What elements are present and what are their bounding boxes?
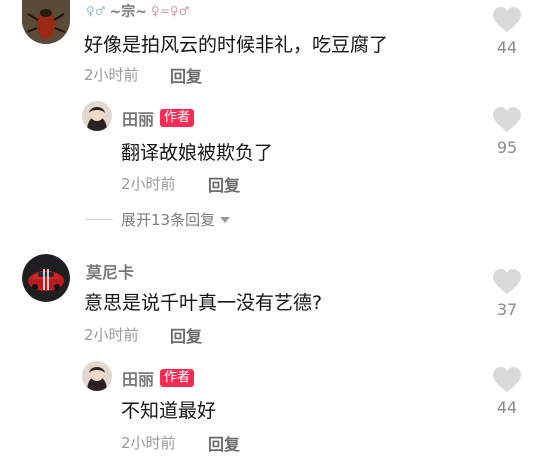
reply-button[interactable]: 回复 (208, 172, 240, 196)
reply-author[interactable]: 田丽 (122, 106, 154, 130)
beetle-icon (22, 0, 70, 44)
heart-icon (493, 367, 521, 392)
avatar[interactable] (82, 361, 112, 391)
decor-emoji-left-icon: ♀♂ (86, 4, 106, 18)
decor-emoji-right-icon: ♀=♀♂ (151, 4, 190, 18)
comment-author[interactable]: 莫尼卡 (86, 259, 134, 283)
comment-time: 2小时前 (84, 66, 139, 84)
reply-time: 2小时前 (121, 434, 176, 452)
reply-button[interactable]: 回复 (170, 63, 202, 87)
chevron-down-icon (220, 216, 231, 223)
reply-button[interactable]: 回复 (170, 323, 202, 347)
expand-replies-button[interactable]: 展开13条回复 (121, 209, 231, 230)
avatar[interactable] (22, 254, 70, 302)
comment-text[interactable]: 意思是说千叶真一没有艺德? (84, 288, 322, 315)
heart-icon (493, 7, 521, 32)
heart-icon (493, 269, 521, 294)
avatar[interactable] (22, 0, 70, 44)
like-count: 37 (496, 300, 518, 319)
like-button[interactable]: 37 (487, 268, 527, 319)
heart-icon (493, 107, 521, 132)
like-count: 44 (496, 398, 518, 417)
expand-replies-label: 展开13条回复 (121, 211, 216, 229)
reply-text[interactable]: 翻译故娘被欺负了 (121, 138, 273, 165)
comment-text[interactable]: 好像是拍风云的时候非礼，吃豆腐了 (84, 30, 388, 57)
comment-author[interactable]: ~宗~ (110, 1, 147, 21)
like-button[interactable]: 44 (487, 6, 527, 57)
red-car-icon (22, 254, 70, 302)
reply-button[interactable]: 回复 (208, 431, 240, 455)
author-row: ♀♂ ~宗~ ♀=♀♂ (86, 2, 189, 20)
like-count: 95 (496, 138, 518, 157)
avatar[interactable] (82, 101, 112, 131)
author-badge: 作者 (160, 109, 195, 127)
reply-time: 2小时前 (121, 175, 176, 193)
comment-time: 2小时前 (84, 326, 139, 344)
reply-author[interactable]: 田丽 (122, 366, 154, 390)
reply-author-row: 田丽 作者 (122, 366, 195, 390)
like-button[interactable]: 95 (487, 106, 527, 157)
like-button[interactable]: 44 (487, 366, 527, 417)
reply-text[interactable]: 不知道最好 (121, 396, 216, 423)
author-photo-icon (82, 101, 112, 131)
divider (85, 219, 113, 220)
author-photo-icon (82, 361, 112, 391)
reply-author-row: 田丽 作者 (122, 106, 195, 130)
author-badge: 作者 (160, 369, 195, 387)
like-count: 44 (496, 38, 518, 57)
